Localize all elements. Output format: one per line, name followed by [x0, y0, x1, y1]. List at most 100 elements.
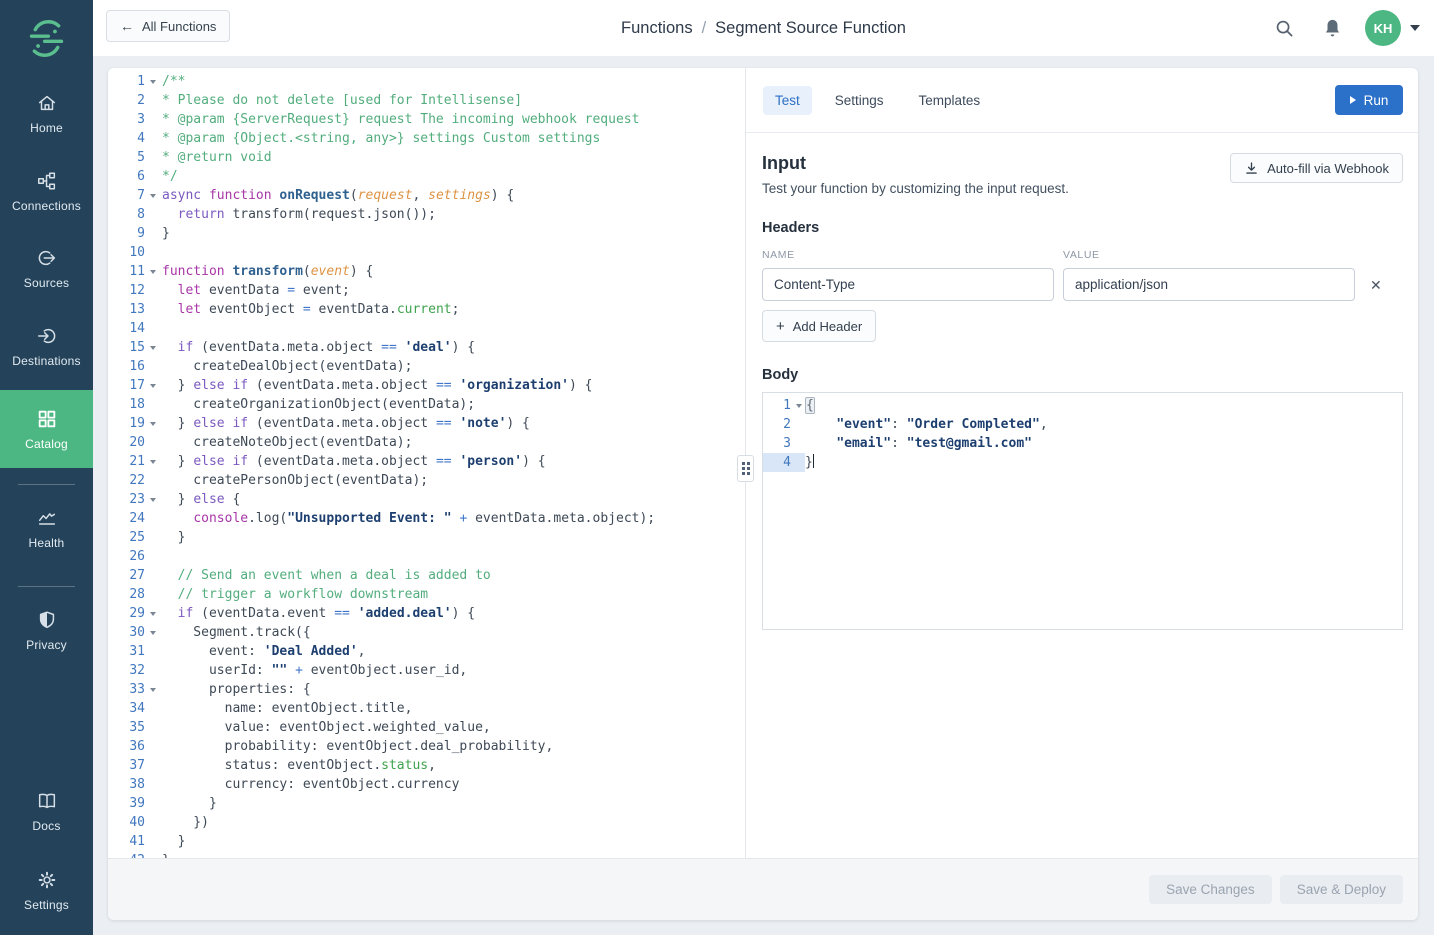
- fold-caret-icon[interactable]: [150, 460, 156, 464]
- line-number: 17: [108, 376, 145, 395]
- tab-settings[interactable]: Settings: [823, 86, 896, 115]
- header-row: ✕: [762, 268, 1403, 301]
- code-line[interactable]: 34 name: eventObject.title,: [108, 699, 745, 718]
- sidebar-item-sources[interactable]: Sources: [0, 247, 93, 290]
- code-line[interactable]: 17 } else if (eventData.meta.object == '…: [108, 376, 745, 395]
- sidebar-item-label: Docs: [32, 819, 60, 833]
- code-line[interactable]: 22 createPersonObject(eventData);: [108, 471, 745, 490]
- fold-caret-icon[interactable]: [150, 688, 156, 692]
- line-number: 39: [108, 794, 145, 813]
- avatar[interactable]: KH: [1365, 10, 1401, 46]
- sidebar-item-label: Sources: [24, 276, 69, 290]
- fold-caret-icon[interactable]: [150, 422, 156, 426]
- code-line[interactable]: 29 if (eventData.event == 'added.deal') …: [108, 604, 745, 623]
- header-name-input[interactable]: [762, 268, 1054, 301]
- code-line[interactable]: 13 let eventObject = eventData.current;: [108, 300, 745, 319]
- code-line[interactable]: 4* @param {Object.<string, any>} setting…: [108, 129, 745, 148]
- code-line[interactable]: 9}: [108, 224, 745, 243]
- add-header-button[interactable]: + Add Header: [762, 310, 876, 342]
- notifications-button[interactable]: [1315, 11, 1349, 45]
- code-line[interactable]: 36 probability: eventObject.deal_probabi…: [108, 737, 745, 756]
- sidebar-item-settings[interactable]: Settings: [0, 869, 93, 912]
- sidebar-item-label: Catalog: [25, 437, 68, 451]
- autofill-webhook-button[interactable]: Auto-fill via Webhook: [1230, 153, 1403, 183]
- code-line[interactable]: 32 userId: "" + eventObject.user_id,: [108, 661, 745, 680]
- code-line[interactable]: 27 // Send an event when a deal is added…: [108, 566, 745, 585]
- code-line[interactable]: 16 createDealObject(eventData);: [108, 357, 745, 376]
- fold-caret-icon[interactable]: [150, 612, 156, 616]
- code-line[interactable]: 33 properties: {: [108, 680, 745, 699]
- code-line[interactable]: 10: [108, 243, 745, 262]
- code-line[interactable]: 12 let eventData = event;: [108, 281, 745, 300]
- code-line[interactable]: 31 event: 'Deal Added',: [108, 642, 745, 661]
- code-line[interactable]: 40 }): [108, 813, 745, 832]
- code-line[interactable]: 7async function onRequest(request, setti…: [108, 186, 745, 205]
- code-line[interactable]: 26: [108, 547, 745, 566]
- sidebar-item-catalog[interactable]: Catalog: [0, 390, 93, 468]
- code-line[interactable]: 42}: [108, 851, 745, 858]
- all-functions-button[interactable]: ← All Functions: [106, 10, 230, 42]
- remove-header-icon[interactable]: ✕: [1370, 278, 1382, 292]
- chevron-down-icon[interactable]: [1410, 25, 1420, 31]
- code-line[interactable]: 5* @return void: [108, 148, 745, 167]
- top-bar: Functions / Segment Source Function ← Al…: [93, 0, 1434, 56]
- sidebar-item-connections[interactable]: Connections: [0, 170, 93, 213]
- sidebar-item-docs[interactable]: Docs: [0, 790, 93, 833]
- code-line[interactable]: 41 }: [108, 832, 745, 851]
- code-line[interactable]: 21 } else if (eventData.meta.object == '…: [108, 452, 745, 471]
- line-number: 40: [108, 813, 145, 832]
- code-line[interactable]: 8 return transform(request.json());: [108, 205, 745, 224]
- code-line[interactable]: 1/**: [108, 72, 745, 91]
- fold-caret-icon[interactable]: [150, 631, 156, 635]
- code-line[interactable]: 3* @param {ServerRequest} request The in…: [108, 110, 745, 129]
- code-line[interactable]: 38 currency: eventObject.currency: [108, 775, 745, 794]
- search-button[interactable]: [1267, 11, 1301, 45]
- code-line[interactable]: 30 Segment.track({: [108, 623, 745, 642]
- sidebar-item-home[interactable]: Home: [0, 92, 93, 135]
- docs-icon: [36, 790, 58, 812]
- code-line[interactable]: 35 value: eventObject.weighted_value,: [108, 718, 745, 737]
- line-number: 1: [108, 72, 145, 91]
- line-number: 3: [763, 434, 791, 453]
- sidebar-item-label: Destinations: [12, 354, 80, 368]
- code-line[interactable]: 11function transform(event) {: [108, 262, 745, 281]
- body-json-editor[interactable]: 1{2 "event": "Order Completed",3 "email"…: [762, 392, 1403, 630]
- fold-caret-icon[interactable]: [150, 80, 156, 84]
- save-deploy-button[interactable]: Save & Deploy: [1280, 875, 1403, 904]
- sidebar-item-destinations[interactable]: Destinations: [0, 325, 93, 368]
- code-line[interactable]: 20 createNoteObject(eventData);: [108, 433, 745, 452]
- fold-caret-icon[interactable]: [150, 270, 156, 274]
- input-section-subtitle: Test your function by customizing the in…: [762, 181, 1069, 196]
- tab-test[interactable]: Test: [763, 86, 812, 115]
- code-line[interactable]: 6*/: [108, 167, 745, 186]
- code-line[interactable]: 15 if (eventData.meta.object == 'deal') …: [108, 338, 745, 357]
- code-line[interactable]: 1{: [763, 396, 1402, 415]
- code-line[interactable]: 2 "event": "Order Completed",: [763, 415, 1402, 434]
- code-line[interactable]: 23 } else {: [108, 490, 745, 509]
- code-line[interactable]: 3 "email": "test@gmail.com": [763, 434, 1402, 453]
- code-line[interactable]: 19 } else if (eventData.meta.object == '…: [108, 414, 745, 433]
- header-value-input[interactable]: [1063, 268, 1355, 301]
- code-line[interactable]: 24 console.log("Unsupported Event: " + e…: [108, 509, 745, 528]
- code-line[interactable]: 4}: [763, 453, 1402, 472]
- fold-caret-icon[interactable]: [150, 384, 156, 388]
- code-line[interactable]: 25 }: [108, 528, 745, 547]
- run-button[interactable]: Run: [1335, 85, 1403, 115]
- fold-caret-icon[interactable]: [150, 194, 156, 198]
- code-line[interactable]: 18 createOrganizationObject(eventData);: [108, 395, 745, 414]
- code-line[interactable]: 39 }: [108, 794, 745, 813]
- fold-caret-icon[interactable]: [150, 498, 156, 502]
- code-line[interactable]: 37 status: eventObject.status,: [108, 756, 745, 775]
- code-line[interactable]: 2* Please do not delete [used for Intell…: [108, 91, 745, 110]
- sidebar-item-health[interactable]: Health: [0, 507, 93, 550]
- code-line[interactable]: 14: [108, 319, 745, 338]
- save-changes-button[interactable]: Save Changes: [1149, 875, 1272, 904]
- fold-caret-icon[interactable]: [796, 404, 802, 408]
- line-number: 34: [108, 699, 145, 718]
- tab-templates[interactable]: Templates: [907, 86, 993, 115]
- fold-caret-icon[interactable]: [150, 346, 156, 350]
- sidebar-item-privacy[interactable]: Privacy: [0, 609, 93, 652]
- code-line[interactable]: 28 // trigger a workflow downstream: [108, 585, 745, 604]
- code-editor[interactable]: 1/**2* Please do not delete [used for In…: [108, 68, 745, 858]
- pane-resize-handle[interactable]: [737, 455, 754, 482]
